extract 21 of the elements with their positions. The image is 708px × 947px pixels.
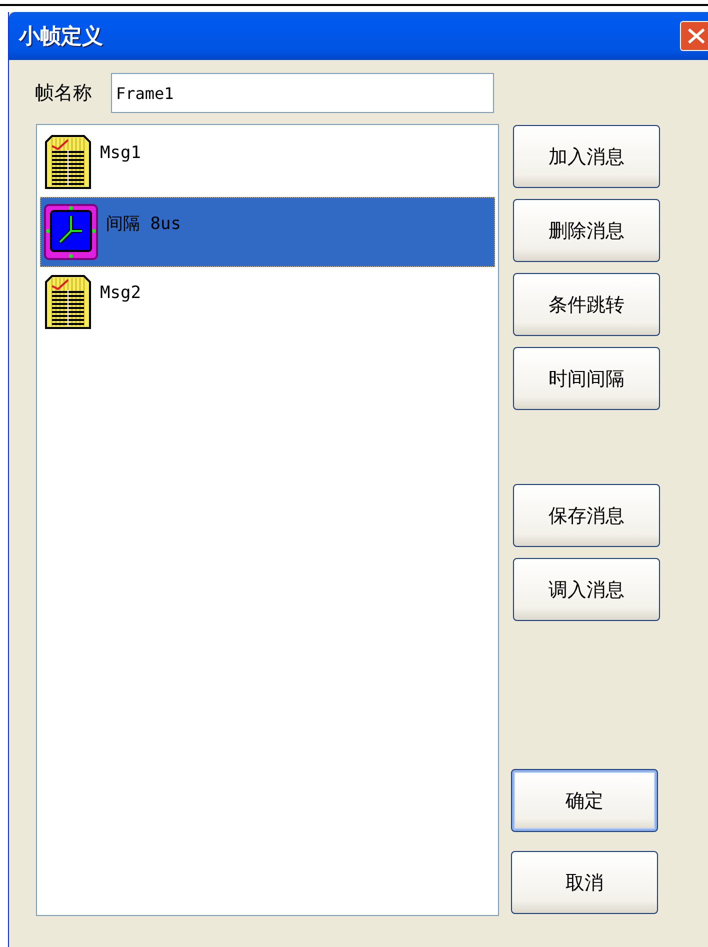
close-icon[interactable] [680,21,708,51]
dialog-button[interactable]: 保存消息 [513,484,660,547]
list-item[interactable]: Msg2 [40,267,495,337]
spreadsheet-icon [44,274,92,330]
frame-name-label: 帧名称 [35,81,92,106]
item-label: Msg1 [100,143,141,163]
list-item[interactable]: 间隔 8us [40,197,495,267]
list-item[interactable]: Msg1 [40,127,495,197]
dialog-button[interactable]: 确定 [511,769,658,832]
dialog-button[interactable]: 加入消息 [513,125,660,188]
spreadsheet-icon [44,134,92,190]
clock-icon [44,204,98,260]
frame-name-field[interactable]: Frame1 [111,73,494,113]
dialog-button[interactable]: 调入消息 [513,558,660,621]
dialog-button[interactable]: 删除消息 [513,199,660,262]
item-label: 间隔 8us [106,212,181,234]
window-title: 小帧定义 [19,23,103,50]
item-label: Msg2 [100,283,141,303]
dialog-button[interactable]: 时间间隔 [513,347,660,410]
dialog-button[interactable]: 条件跳转 [513,273,660,336]
dialog-button[interactable]: 取消 [511,851,658,914]
